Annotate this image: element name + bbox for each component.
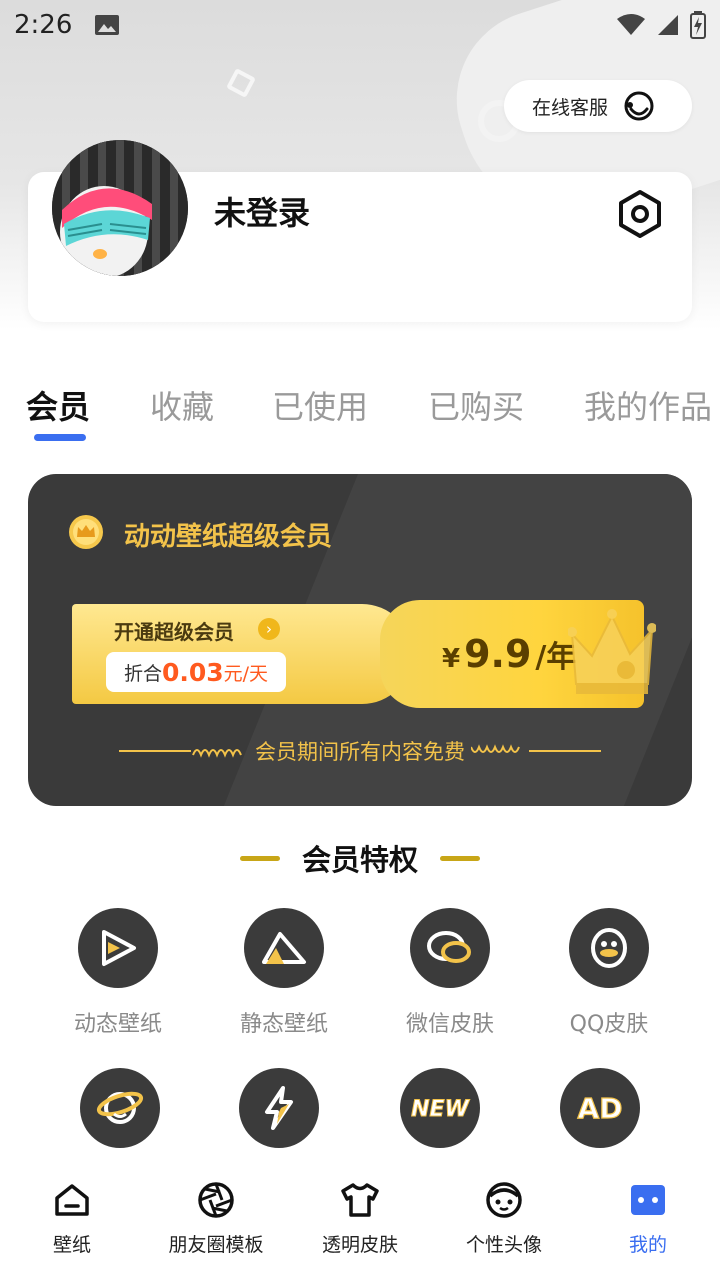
settings-icon[interactable]: [614, 188, 666, 240]
play-icon: [102, 930, 136, 966]
ad-icon: AD: [577, 1091, 623, 1125]
nav-label: 个性头像: [465, 1234, 542, 1256]
vip-title: 动动壁纸超级会员: [124, 522, 333, 552]
ornament-right-icon: [471, 744, 601, 753]
avatar-image: [52, 140, 188, 276]
nav-label: 朋友圈模板: [168, 1234, 264, 1256]
privilege-new-content[interactable]: NEW: [370, 1068, 510, 1166]
nav-moments-template[interactable]: 朋友圈模板: [146, 1178, 286, 1257]
nav-wallpaper[interactable]: 壁纸: [2, 1178, 142, 1257]
privilege-speed[interactable]: [209, 1068, 349, 1166]
privilege-icon-wrap: [410, 908, 490, 988]
planet-icon: [96, 1091, 144, 1124]
currency-symbol: ¥: [442, 644, 461, 674]
privilege-icon-wrap: AD: [560, 1068, 640, 1148]
lightning-icon: [265, 1086, 293, 1130]
privilege-label: 静态壁纸: [239, 1012, 328, 1037]
nav-mine[interactable]: 我的: [578, 1178, 718, 1257]
per-day-unit: 元/天: [223, 662, 269, 685]
tab-bar: 会员 收藏 已使用 已购买 我的作品: [0, 376, 720, 446]
avatar[interactable]: [52, 140, 188, 276]
new-icon: NEW: [411, 1097, 471, 1123]
per-day-prefix: 折合: [123, 662, 162, 685]
privilege-wechat-skin[interactable]: 微信皮肤: [380, 908, 520, 1038]
vip-card: 动动壁纸超级会员 开通超级会员 › 折合 0.03 元/天 ¥ 9.9 /年 会…: [28, 474, 692, 806]
nav-label: 透明皮肤: [321, 1234, 398, 1256]
ornament-left-icon: [119, 749, 242, 758]
privilege-icon-wrap: [244, 908, 324, 988]
privilege-icon-wrap: NEW: [400, 1068, 480, 1148]
privilege-static-wallpaper[interactable]: 静态壁纸: [214, 908, 354, 1038]
open-vip-label[interactable]: 开通超级会员: [114, 616, 234, 645]
image-notification-icon: [95, 15, 120, 35]
battery-icon: [690, 11, 706, 39]
privilege-icon-wrap: [239, 1068, 319, 1148]
crown-badge-icon: [69, 515, 103, 549]
face-icon: [486, 1182, 522, 1218]
price-per-year: ¥ 9.9 /年: [442, 632, 576, 676]
privilege-label: QQ皮肤: [569, 1012, 649, 1037]
headset-icon: [624, 91, 654, 121]
status-bar: 2:26: [0, 0, 720, 50]
nav-label: 壁纸: [52, 1234, 91, 1256]
tab-active-indicator: [34, 434, 86, 441]
signal-icon: [658, 15, 678, 35]
mountain-icon: [262, 932, 306, 964]
svg-text:AD: AD: [578, 1092, 623, 1125]
tab-purchased[interactable]: 已购买: [428, 382, 524, 428]
per-day-price: 0.03: [161, 657, 224, 687]
wifi-icon: [617, 14, 645, 35]
heading-bar-right: [440, 855, 480, 861]
tab-my-works[interactable]: 我的作品: [584, 382, 712, 428]
free-content-text: 会员期间所有内容免费: [255, 740, 465, 764]
decor-diamond: [226, 68, 256, 98]
price-per-day: 折合 0.03 元/天: [106, 652, 286, 692]
privilege-no-ads[interactable]: AD: [530, 1068, 670, 1166]
chevron-right-icon[interactable]: ›: [258, 618, 280, 640]
heading-bar-left: [239, 855, 280, 861]
nav-avatar[interactable]: 个性头像: [434, 1178, 574, 1257]
online-service-button[interactable]: 在线客服: [504, 80, 692, 132]
privileges-heading: 会员特权: [0, 838, 720, 878]
status-indicators: [616, 11, 706, 39]
status-time: 2:26: [14, 10, 73, 40]
year-price: 9.9: [464, 632, 532, 676]
privileges-title: 会员特权: [301, 843, 418, 877]
privilege-avatar[interactable]: [50, 1068, 190, 1166]
privilege-label: 微信皮肤: [405, 1012, 494, 1037]
nav-transparent-skin[interactable]: 透明皮肤: [290, 1178, 430, 1257]
nav-label: 我的: [628, 1234, 667, 1256]
bottom-navigation: 壁纸 朋友圈模板 透明皮肤 个性头像 我的: [0, 1166, 720, 1280]
crown-icon: [568, 609, 656, 694]
privilege-dynamic-wallpaper[interactable]: 动态壁纸: [48, 908, 188, 1038]
privilege-icon-wrap: [80, 1068, 160, 1148]
online-service-label: 在线客服: [532, 96, 609, 119]
chat-icon: [427, 931, 471, 963]
username[interactable]: 未登录: [214, 188, 310, 234]
penguin-icon: [591, 928, 627, 968]
privilege-icon-wrap: [78, 908, 158, 988]
svg-text:NEW: NEW: [411, 1097, 470, 1122]
tab-membership[interactable]: 会员: [26, 382, 90, 428]
aperture-icon: [198, 1182, 234, 1218]
profile-icon: [631, 1185, 665, 1215]
home-icon: [55, 1184, 89, 1216]
privilege-icon-wrap: [569, 908, 649, 988]
privilege-label: 动态壁纸: [73, 1012, 162, 1037]
tab-favorites[interactable]: 收藏: [150, 382, 214, 428]
tab-used[interactable]: 已使用: [272, 382, 368, 428]
free-content-banner: 会员期间所有内容免费: [104, 736, 616, 766]
tshirt-icon: [341, 1183, 379, 1217]
privilege-qq-skin[interactable]: QQ皮肤: [539, 908, 679, 1038]
